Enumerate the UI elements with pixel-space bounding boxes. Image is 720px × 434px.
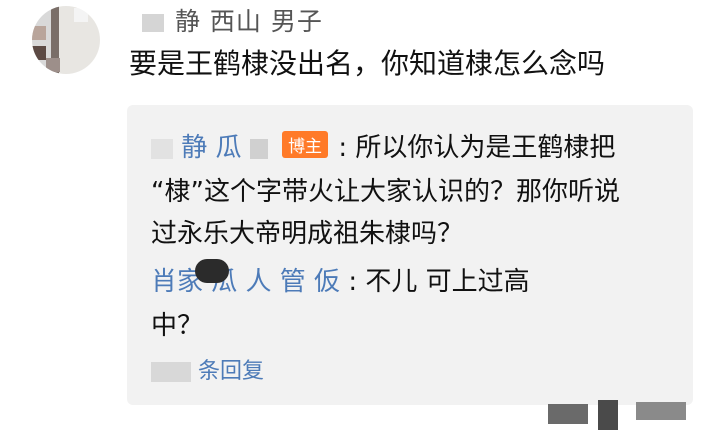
blur — [151, 362, 191, 382]
author-badge: 博主 — [282, 131, 329, 158]
reply-1-text-1: : 所以你认为是王鹤棣把 — [338, 133, 616, 163]
view-replies-link[interactable]: 条回复 — [151, 353, 264, 385]
comment-text: 要是王鹤棣没出名，你知道棣怎么念吗 — [129, 47, 606, 80]
reply-2-line-2: 中？ — [151, 311, 204, 341]
reply-1-line-3: 过永乐大帝明成祖朱棣吗？ — [151, 219, 464, 249]
reply-2-text-1: : 不儿 可上过高 — [348, 267, 530, 297]
reply-1-line-1: 静 瓜 博主 : 所以你认为是王鹤棣把 — [151, 127, 615, 164]
username-blur — [142, 14, 164, 32]
reply-1-line-2: “棣”这个字带火让大家认识的？那你听说 — [151, 177, 620, 207]
reply-2-author[interactable]: 肖家 瓜 人 管 仮 — [151, 267, 340, 297]
watermark-pixels — [598, 400, 618, 430]
comment-username[interactable]: 静 西山 男子 — [140, 2, 323, 38]
reply-box: 静 瓜 博主 : 所以你认为是王鹤棣把 “棣”这个字带火让大家认识的？那你听说 … — [127, 105, 693, 405]
blur-blob — [195, 259, 229, 283]
author-blur — [249, 138, 268, 159]
view-replies-label: 条回复 — [198, 359, 265, 384]
watermark-pixels — [636, 402, 686, 420]
comment-username-text: 静 西山 男子 — [174, 7, 323, 36]
comment-screenshot: 静 西山 男子 要是王鹤棣没出名，你知道棣怎么念吗 静 瓜 博主 : 所以你认为… — [0, 0, 720, 434]
reply-1-author-text: 静 瓜 — [181, 133, 242, 163]
reply-1-author[interactable]: 静 瓜 — [151, 133, 276, 163]
author-blur — [151, 138, 173, 159]
avatar[interactable] — [32, 6, 100, 74]
watermark-pixels — [548, 404, 588, 424]
